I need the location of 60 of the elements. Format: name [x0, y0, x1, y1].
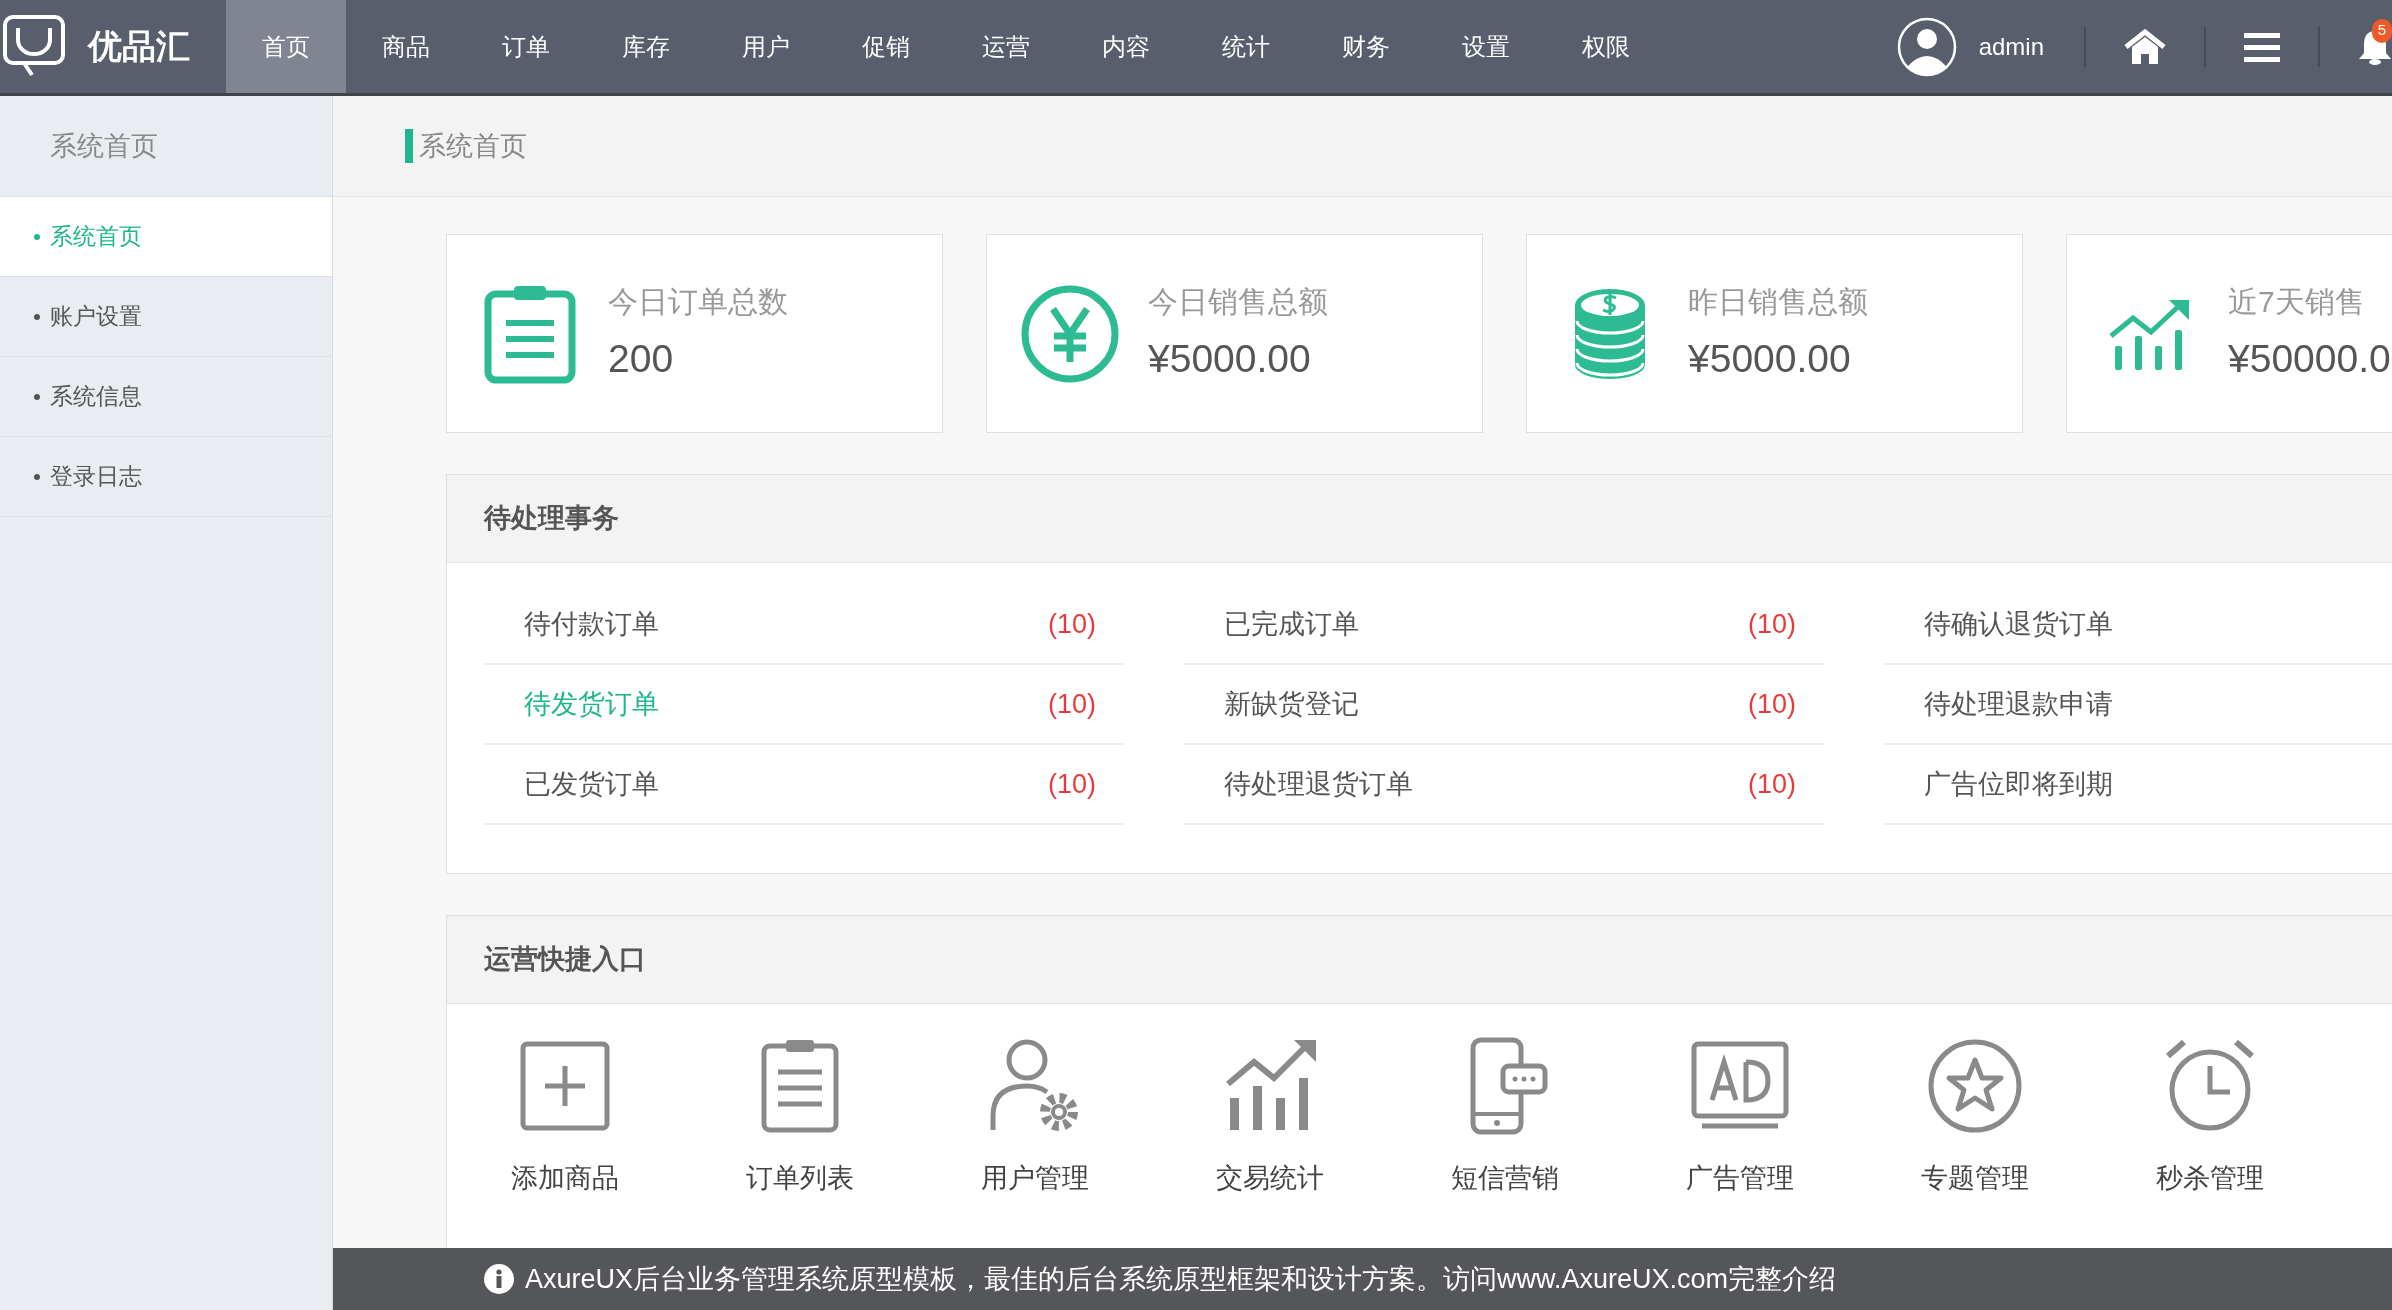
pending-link[interactable]: 待付款订单 — [524, 603, 659, 645]
username[interactable]: admin — [1978, 28, 2044, 65]
nav-tab[interactable]: 用户 — [706, 0, 826, 93]
nav-tab[interactable]: 库存 — [586, 0, 706, 93]
pending-count: (10) — [1748, 687, 1796, 721]
stat-value: ¥5000.00 — [1148, 335, 1312, 382]
shortcut-link[interactable]: 交易统计 — [1152, 1036, 1387, 1199]
nav-tab[interactable]: 订单 — [466, 0, 586, 93]
clipboard-icon — [484, 283, 576, 384]
pending-link[interactable]: 新缺货登记 — [1224, 683, 1359, 725]
breadcrumb-marker — [405, 129, 413, 163]
panel-title: 待处理事务 — [484, 502, 619, 536]
pending-count: (10) — [1748, 767, 1796, 801]
stat-value: ¥50000.0 — [2228, 335, 2391, 382]
panel-title: 运营快捷入口 — [484, 943, 646, 977]
notification-badge: 5 — [2372, 18, 2392, 43]
shortcut-link[interactable]: 秒杀管理 — [2092, 1036, 2327, 1199]
nav-tab[interactable]: 内容 — [1066, 0, 1186, 93]
sidebar-item[interactable]: 系统信息 — [0, 357, 332, 437]
pending-link[interactable]: 待处理退货订单 — [1224, 763, 1413, 805]
yen-icon — [1020, 283, 1120, 384]
pending-link[interactable]: 已完成订单 — [1224, 603, 1359, 645]
shortcut-link[interactable]: 短信营销 — [1387, 1036, 1622, 1199]
nav-tab[interactable]: 权限 — [1546, 0, 1666, 93]
nav-tab[interactable]: 商品 — [346, 0, 466, 93]
home-icon[interactable] — [2124, 28, 2166, 65]
stat-label: 昨日销售总额 — [1688, 283, 1868, 320]
shortcut-link[interactable]: 添加商品 — [447, 1036, 682, 1199]
pending-link[interactable]: 待确认退货订单 — [1924, 603, 2113, 645]
nav-tab[interactable]: 运营 — [946, 0, 1066, 93]
stat-label: 今日订单总数 — [608, 283, 788, 320]
breadcrumb: 系统首页 — [419, 129, 527, 163]
pending-count: (10) — [1048, 687, 1096, 721]
sidebar-item[interactable]: 账户设置 — [0, 277, 332, 357]
sidebar-title: 系统首页 — [50, 129, 158, 163]
stat-label: 近7天销售 — [2228, 283, 2366, 320]
pending-link[interactable]: 已发货订单 — [524, 763, 659, 805]
shortcut-link[interactable]: 用户管理 — [917, 1036, 1152, 1199]
nav-tab[interactable]: 设置 — [1426, 0, 1546, 93]
shortcut-link[interactable]: 专题管理 — [1857, 1036, 2092, 1199]
pending-count: (10) — [1048, 607, 1096, 641]
pending-link[interactable]: 待处理退款申请 — [1924, 683, 2113, 725]
brand-name: 优品汇 — [88, 26, 190, 67]
shortcut-link[interactable]: 订单列表 — [682, 1036, 917, 1199]
pending-count: (10) — [1048, 767, 1096, 801]
avatar-icon[interactable] — [1896, 16, 1957, 77]
stat-label: 今日销售总额 — [1148, 283, 1328, 320]
stat-value: 200 — [608, 335, 675, 382]
nav-tab[interactable]: 促销 — [826, 0, 946, 93]
menu-icon[interactable] — [2244, 30, 2280, 63]
nav-tab[interactable]: 首页 — [226, 0, 346, 93]
notice-text: AxureUX后台业务管理系统原型模板，最佳的后台系统原型框架和设计方案。访问www.AxureUX.com完整介绍 — [525, 1262, 1837, 1296]
stat-value: ¥5000.00 — [1688, 335, 1852, 382]
pending-link[interactable]: 广告位即将到期 — [1924, 763, 2113, 805]
shortcut-link[interactable]: 广告管理 — [1622, 1036, 1857, 1199]
info-icon — [483, 1263, 515, 1295]
pending-count: (10) — [1748, 607, 1796, 641]
sidebar-item[interactable]: 登录日志 — [0, 437, 332, 517]
nav-tab[interactable]: 统计 — [1186, 0, 1306, 93]
nav-tab[interactable]: 财务 — [1306, 0, 1426, 93]
